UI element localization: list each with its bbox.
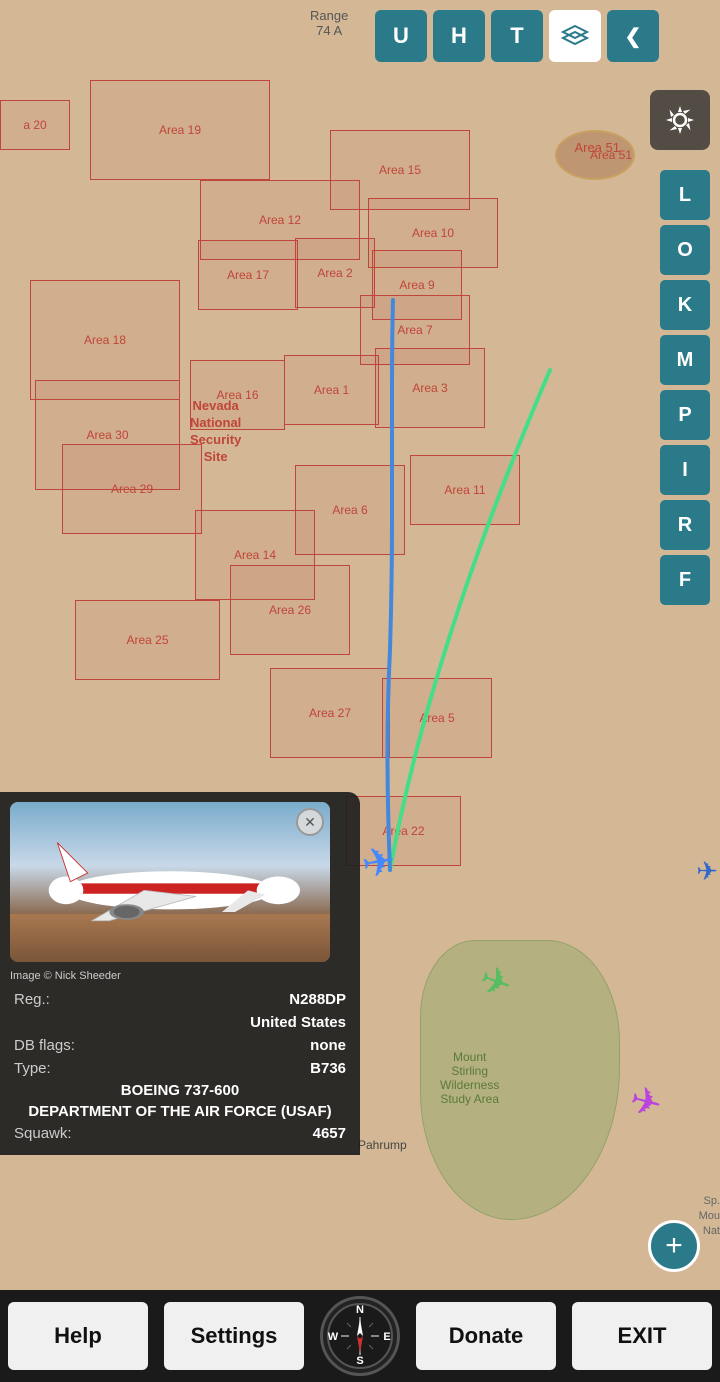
type-label: Type: <box>14 1060 51 1077</box>
right-btn-P[interactable]: P <box>660 390 710 440</box>
btn-u[interactable]: U <box>375 10 427 62</box>
layers-icon <box>561 22 589 50</box>
area-area1: Area 1 <box>284 355 379 425</box>
reg-label: Reg.: <box>14 991 50 1008</box>
gear-icon <box>662 102 698 138</box>
dbflags-label: DB flags: <box>14 1037 75 1054</box>
btn-h[interactable]: H <box>433 10 485 62</box>
dbflags-row: DB flags: none <box>0 1034 360 1057</box>
exit-btn[interactable]: EXIT <box>572 1302 712 1370</box>
right-btn-K[interactable]: K <box>660 280 710 330</box>
layers-btn[interactable] <box>549 10 601 62</box>
aircraft-image-container: ✕ <box>10 802 330 962</box>
close-panel-btn[interactable]: ✕ <box>296 808 324 836</box>
right-btn-M[interactable]: M <box>660 335 710 385</box>
airplane-top-right[interactable]: ✈ <box>696 856 718 887</box>
type-row: Type: B736 <box>0 1057 360 1080</box>
type-value: B736 <box>310 1060 346 1077</box>
clipped-nat-label: Nat <box>703 1225 720 1237</box>
btn-t[interactable]: T <box>491 10 543 62</box>
toolbar: U H T ❮ <box>375 10 659 62</box>
clipped-mou-label: Mou <box>699 1210 720 1222</box>
right-btn-O[interactable]: O <box>660 225 710 275</box>
area-area25: Area 25 <box>75 600 220 680</box>
back-btn[interactable]: ❮ <box>607 10 659 62</box>
image-credit: Image © Nick Sheeder <box>0 968 360 988</box>
area51-text: Area 51 <box>590 148 632 162</box>
mount-stirling-label: MountStirlingWildernessStudy Area <box>440 1050 499 1106</box>
reg-row: Reg.: N288DP <box>0 988 360 1011</box>
aircraft-image <box>10 802 330 962</box>
area-area19: Area 19 <box>90 80 270 180</box>
help-btn[interactable]: Help <box>8 1302 148 1370</box>
plus-btn[interactable]: + <box>648 1220 700 1272</box>
right-buttons: L O K M P I R F <box>660 170 710 605</box>
range-label: Range74 A <box>310 8 348 38</box>
svg-text:S: S <box>356 1355 363 1367</box>
compass: N S E W <box>320 1296 400 1376</box>
squawk-row: Squawk: 4657 <box>0 1122 360 1145</box>
compass-svg: N S E W <box>325 1301 395 1371</box>
right-btn-I[interactable]: I <box>660 445 710 495</box>
reg-value: N288DP <box>289 991 346 1008</box>
pahrump-label: Pahrump <box>358 1138 407 1152</box>
right-btn-L[interactable]: L <box>660 170 710 220</box>
right-btn-F[interactable]: F <box>660 555 710 605</box>
squawk-value: 4657 <box>313 1125 346 1142</box>
area-area3: Area 3 <box>375 348 485 428</box>
gear-btn[interactable] <box>650 90 710 150</box>
svg-text:N: N <box>356 1304 364 1316</box>
squawk-label: Squawk: <box>14 1125 72 1142</box>
country-row: United States <box>0 1011 360 1034</box>
country-value: United States <box>250 1014 346 1031</box>
aircraft-panel: ✕ Image © Nick Sheeder Reg.: N288DP Unit… <box>0 792 360 1155</box>
model-row: BOEING 737-600 <box>0 1080 360 1101</box>
area-area27: Area 27 <box>270 668 390 758</box>
donate-btn[interactable]: Donate <box>416 1302 556 1370</box>
area-area20: a 20 <box>0 100 70 150</box>
area-area11: Area 11 <box>410 455 520 525</box>
area-area17: Area 17 <box>198 240 298 310</box>
svg-text:W: W <box>328 1331 339 1343</box>
area-area26: Area 26 <box>230 565 350 655</box>
nevada-security-site-label: NevadaNationalSecuritySite <box>190 398 241 466</box>
clipped-sp-label: Sp. <box>703 1195 720 1207</box>
area-area5: Area 5 <box>382 678 492 758</box>
aircraft-svg <box>26 834 314 938</box>
back-icon: ❮ <box>625 24 642 49</box>
operator-row: DEPARTMENT OF THE AIR FORCE (USAF) <box>0 1101 360 1122</box>
bottom-bar: Help Settings N S E W Donate EXIT <box>0 1290 720 1382</box>
dbflags-value: none <box>310 1037 346 1054</box>
svg-text:E: E <box>383 1331 390 1343</box>
right-btn-R[interactable]: R <box>660 500 710 550</box>
settings-btn[interactable]: Settings <box>164 1302 304 1370</box>
area-area29: Area 29 <box>62 444 202 534</box>
